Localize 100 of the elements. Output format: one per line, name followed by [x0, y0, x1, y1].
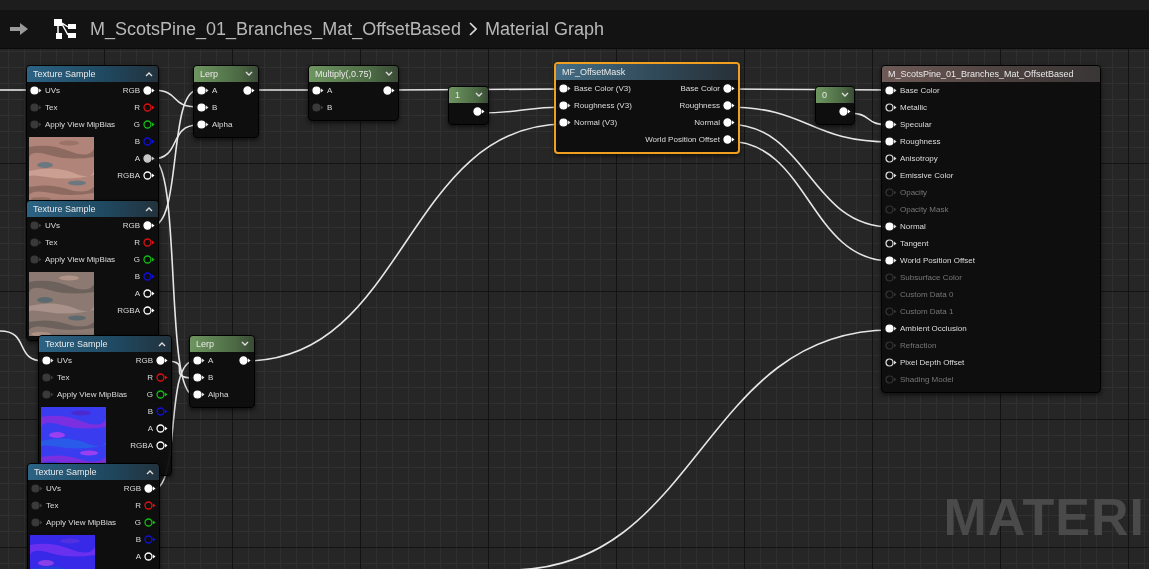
pin-icon[interactable]: [143, 120, 155, 129]
pin-icon[interactable]: [473, 107, 485, 116]
graph-icon: [54, 19, 76, 39]
pin-label: R: [134, 103, 140, 112]
pin-icon[interactable]: [839, 107, 851, 116]
material-title[interactable]: M_ScotsPine_01_Branches_Mat_OffsetBased: [90, 18, 461, 40]
node-header[interactable]: M_ScotsPine_01_Branches_Mat_OffsetBased: [882, 66, 1100, 82]
collapse-icon[interactable]: [145, 71, 153, 77]
graph-node[interactable]: 0: [815, 86, 855, 125]
pin-label: Specular: [900, 120, 932, 129]
pin-label: Opacity: [900, 188, 928, 197]
collapse-icon[interactable]: [841, 92, 849, 98]
pin-icon[interactable]: [885, 324, 897, 333]
collapse-icon[interactable]: [241, 341, 249, 347]
pin-icon[interactable]: [143, 289, 155, 298]
pin-icon[interactable]: [143, 221, 155, 230]
pin-label: Tex: [45, 238, 58, 247]
pin-icon[interactable]: [197, 103, 209, 112]
pin-icon[interactable]: [312, 86, 324, 95]
pin-icon[interactable]: [156, 390, 168, 399]
arrow-icon[interactable]: [10, 23, 28, 35]
pin-icon[interactable]: [197, 86, 209, 95]
node-title: Lerp: [200, 69, 218, 79]
pin-label: A: [208, 356, 214, 365]
pin-icon[interactable]: [885, 137, 897, 146]
node-title: Lerp: [196, 339, 214, 349]
pin-icon[interactable]: [193, 390, 205, 399]
graph-node[interactable]: Texture Sample UVs Tex Apply View MipBias RGB R G B A: [27, 463, 160, 569]
pin-icon[interactable]: [30, 86, 42, 95]
pin-label: Emissive Color: [900, 171, 954, 180]
pin-icon[interactable]: [723, 135, 735, 144]
node-header[interactable]: Texture Sample: [39, 336, 171, 352]
node-header[interactable]: Texture Sample: [27, 201, 158, 217]
pin-label: Normal (V3): [574, 118, 618, 127]
pin-icon[interactable]: [885, 86, 897, 95]
pin-label: Alpha: [212, 120, 233, 129]
pin-icon[interactable]: [156, 356, 168, 365]
collapse-icon[interactable]: [385, 71, 393, 77]
collapse-icon[interactable]: [146, 469, 154, 475]
pin-label: World Position Offset: [645, 135, 720, 144]
pin-icon[interactable]: [885, 256, 897, 265]
pin-icon[interactable]: [239, 356, 251, 365]
graph-node[interactable]: Lerp A B Alpha: [193, 65, 259, 138]
graph-title[interactable]: Material Graph: [484, 18, 604, 40]
pin-icon[interactable]: [42, 356, 54, 365]
pin-icon[interactable]: [156, 441, 168, 450]
pin-label: Alpha: [208, 390, 229, 399]
pin-icon[interactable]: [144, 518, 156, 527]
pin-icon[interactable]: [383, 86, 395, 95]
node-header[interactable]: 0: [816, 87, 854, 103]
node-title: M_ScotsPine_01_Branches_Mat_OffsetBased: [888, 69, 1074, 79]
pin-icon[interactable]: [885, 358, 897, 367]
pin-icon[interactable]: [193, 373, 205, 382]
pin-icon[interactable]: [143, 154, 155, 163]
pin-label: Apply View MipBias: [57, 390, 128, 399]
graph-node[interactable]: Multiply(,0.75) A B: [308, 65, 399, 121]
collapse-icon[interactable]: [145, 206, 153, 212]
pin-icon[interactable]: [143, 255, 155, 264]
pin-label: Normal: [900, 222, 926, 231]
pin-icon[interactable]: [885, 222, 897, 231]
pin-label: G: [134, 518, 141, 527]
graph-node[interactable]: MF_OffsetMask Base Color (V3) Roughness (V3) Normal (V3) Base Color Roughness Normal World Position Offset: [554, 62, 740, 154]
pin-icon[interactable]: [143, 86, 155, 95]
pin-icon[interactable]: [143, 171, 155, 180]
pin-label: A: [147, 424, 153, 433]
pin-icon[interactable]: [559, 84, 571, 93]
collapse-icon[interactable]: [158, 341, 166, 347]
pin-icon[interactable]: [144, 484, 156, 493]
pin-label: A: [327, 86, 333, 95]
pin-label: R: [135, 501, 141, 510]
collapse-icon[interactable]: [475, 92, 483, 98]
node-header[interactable]: MF_OffsetMask: [556, 64, 738, 80]
pin-icon[interactable]: [723, 118, 735, 127]
node-header[interactable]: Texture Sample: [27, 66, 158, 82]
pin-label: B: [327, 103, 333, 112]
pin-label: Normal: [694, 118, 720, 127]
pin-icon[interactable]: [197, 120, 209, 129]
pin-icon[interactable]: [885, 103, 897, 112]
node-header[interactable]: Multiply(,0.75): [309, 66, 398, 82]
pin-icon[interactable]: [193, 356, 205, 365]
pin-icon[interactable]: [559, 118, 571, 127]
graph-node[interactable]: Texture Sample UVs Tex Apply View MipBias RGB R G B A RGBA: [26, 200, 159, 341]
pin-icon[interactable]: [885, 120, 897, 129]
pin-icon[interactable]: [143, 306, 155, 315]
pin-icon[interactable]: [144, 552, 156, 561]
graph-node[interactable]: Lerp A B Alpha: [189, 335, 255, 408]
graph-node[interactable]: [881, 65, 1101, 393]
collapse-icon[interactable]: [245, 71, 253, 77]
pin-icon[interactable]: [243, 86, 255, 95]
node-header[interactable]: Texture Sample: [28, 464, 159, 480]
pin-icon[interactable]: [723, 101, 735, 110]
pin-icon[interactable]: [885, 154, 897, 163]
pin-label: Opacity Mask: [900, 205, 949, 214]
pin-icon[interactable]: [885, 171, 897, 180]
pin-icon[interactable]: [559, 101, 571, 110]
pin-label: G: [133, 120, 140, 129]
pin-icon[interactable]: [885, 239, 897, 248]
pin-icon[interactable]: [723, 84, 735, 93]
pin-label: Tex: [46, 501, 59, 510]
pin-icon[interactable]: [156, 424, 168, 433]
